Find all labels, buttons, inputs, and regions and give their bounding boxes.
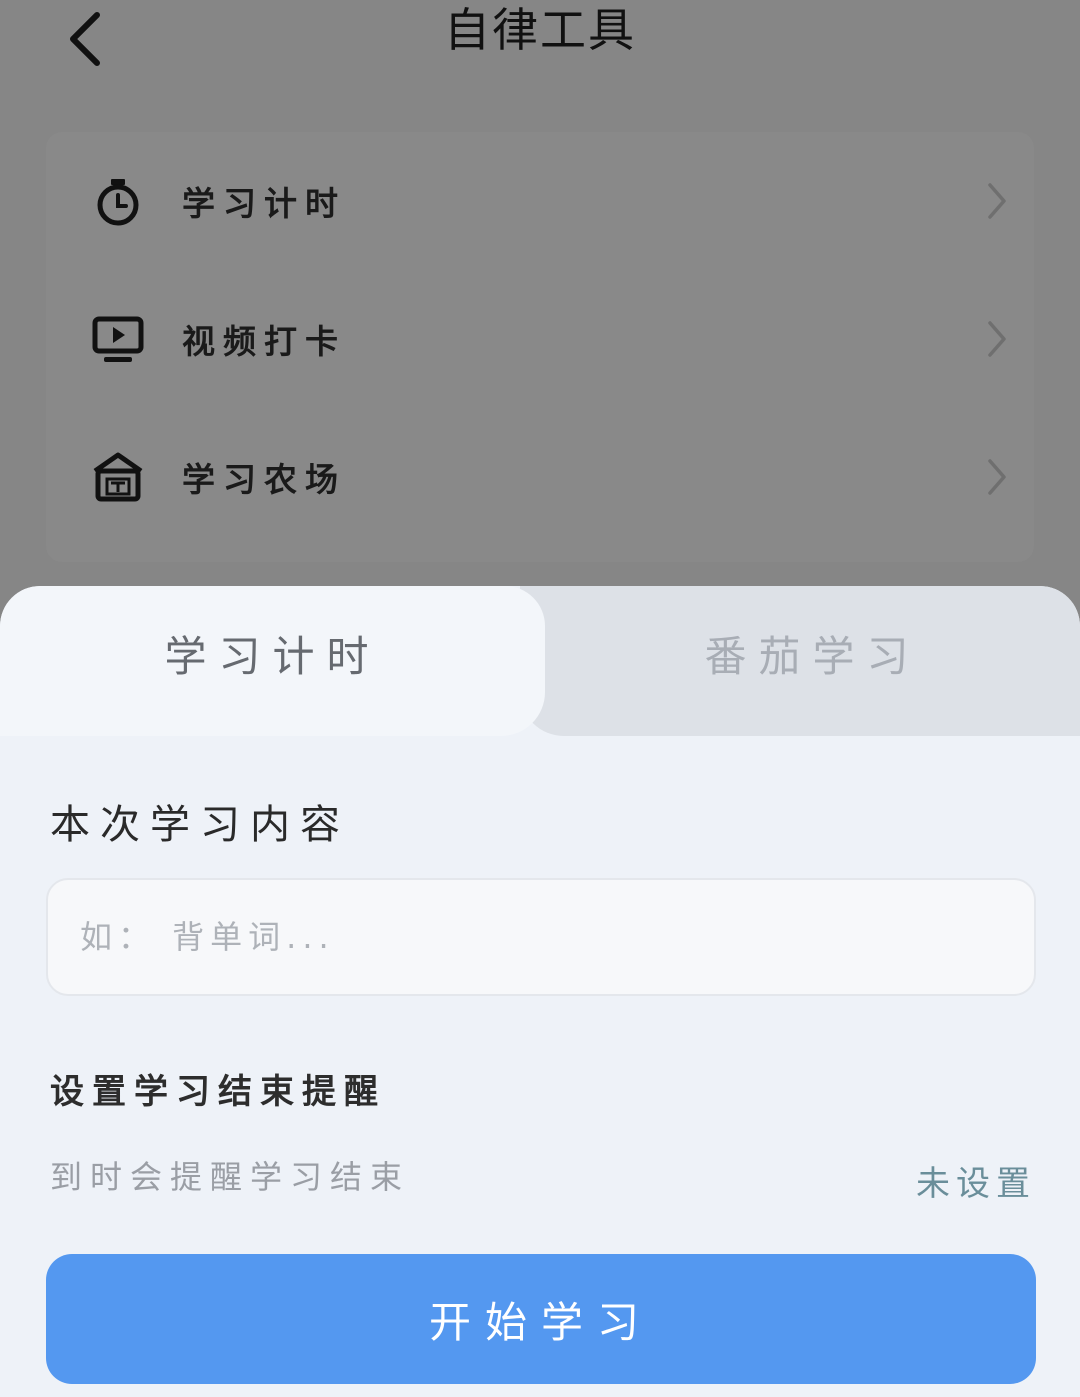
menu-item-label: 学习农场 xyxy=(182,460,346,499)
study-content-input[interactable] xyxy=(46,878,1036,996)
chevron-right-icon xyxy=(988,459,1006,495)
menu-item-study-farm[interactable]: 学习农场 xyxy=(46,408,1034,546)
chevron-right-icon xyxy=(988,321,1006,357)
reminder-section-title: 设置学习结束提醒 xyxy=(50,1072,386,1112)
tools-menu: 学习计时 视频打卡 学习农场 xyxy=(46,132,1034,562)
menu-item-study-timer[interactable]: 学习计时 xyxy=(46,132,1034,270)
farm-house-icon xyxy=(93,452,143,502)
study-timer-sheet: 学习计时 番茄学习 本次学习内容 设置学习结束提醒 到时会提醒学习结束 未设置 … xyxy=(0,586,1080,1397)
page-title: 自律工具 xyxy=(444,3,636,57)
tab-pomodoro-study[interactable]: 番茄学习 xyxy=(545,622,1080,692)
reminder-setting-value[interactable]: 未设置 xyxy=(916,1156,1036,1205)
start-study-button[interactable]: 开始学习 xyxy=(46,1254,1036,1384)
menu-item-label: 视频打卡 xyxy=(182,322,346,361)
video-play-icon xyxy=(92,316,144,362)
content-section-title: 本次学习内容 xyxy=(50,802,350,848)
menu-item-video-checkin[interactable]: 视频打卡 xyxy=(46,270,1034,408)
reminder-description: 到时会提醒学习结束 xyxy=(50,1158,411,1196)
stopwatch-icon xyxy=(97,179,139,226)
top-bar: 自律工具 xyxy=(0,0,1080,90)
tab-study-timer[interactable]: 学习计时 xyxy=(0,622,545,692)
chevron-right-icon xyxy=(988,183,1006,219)
menu-item-label: 学习计时 xyxy=(182,184,346,223)
